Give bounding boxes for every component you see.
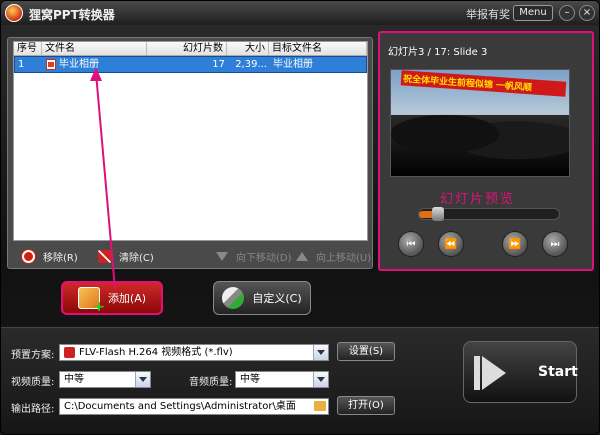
- slide-info: 幻灯片3 / 17: Slide 3: [388, 47, 488, 58]
- window-title: 狸窝PPT转换器: [29, 8, 115, 22]
- move-down-label: 向下移动(D): [236, 253, 292, 264]
- skip-back-icon: ⏮: [406, 239, 416, 250]
- arrow-up-icon: [296, 252, 308, 261]
- report-link[interactable]: 举报有奖: [466, 6, 510, 22]
- row-index: 1: [18, 59, 25, 70]
- remove-label: 移除(R): [43, 253, 78, 264]
- file-list-header: 序号 文件名 幻灯片数 大小 目标文件名: [14, 42, 367, 56]
- folder-icon[interactable]: [314, 401, 326, 411]
- title-bar: 狸窝PPT转换器 举报有奖 Menu – ×: [1, 1, 599, 25]
- last-slide-button[interactable]: ⏭: [542, 231, 568, 257]
- open-button[interactable]: 打开(O): [337, 396, 395, 415]
- app-logo-icon: [5, 4, 23, 22]
- clear-label: 清除(C): [119, 253, 154, 264]
- slider-knob[interactable]: [432, 207, 444, 221]
- chevron-down-icon[interactable]: [313, 372, 328, 387]
- settings-button[interactable]: 设置(S): [337, 342, 395, 361]
- flv-format-icon: [64, 346, 75, 358]
- clear-icon: [98, 250, 111, 263]
- move-up-button[interactable]: 向上移动(U): [296, 249, 371, 264]
- video-quality-label: 视频质量:: [11, 377, 55, 388]
- row-target[interactable]: 毕业相册: [270, 57, 366, 72]
- col-header-target[interactable]: 目标文件名: [269, 42, 367, 55]
- preview-caption: 幻灯片预览: [440, 192, 516, 207]
- next-slide-button[interactable]: ⏩: [502, 231, 528, 257]
- remove-button[interactable]: 移除(R): [22, 249, 78, 264]
- add-button[interactable]: 添加(A): [61, 281, 163, 315]
- chevron-down-icon[interactable]: [313, 345, 328, 360]
- add-label: 添加(A): [107, 292, 147, 305]
- start-bar-shape: [474, 356, 480, 390]
- list-actions: 移除(R) 清除(C) 向下移动(D) 向上移动(U): [8, 245, 372, 267]
- output-label: 输出路径:: [11, 404, 55, 415]
- arrow-down-icon: [216, 252, 228, 261]
- play-arrow-icon: [482, 356, 506, 390]
- first-slide-button[interactable]: ⏮: [398, 231, 424, 257]
- start-button[interactable]: Start: [463, 341, 578, 403]
- start-label: Start: [538, 364, 578, 380]
- preset-value: FLV-Flash H.264 视频格式 (*.flv): [79, 347, 233, 358]
- fast-forward-icon: ⏩: [508, 239, 522, 250]
- audio-quality-select[interactable]: 中等: [235, 371, 329, 388]
- remove-icon: [22, 250, 35, 263]
- output-path-field[interactable]: C:\Documents and Settings\Administrator\…: [59, 398, 329, 415]
- col-header-size[interactable]: 大小: [227, 42, 269, 55]
- audio-quality-value: 中等: [240, 374, 260, 385]
- crowd-image: [391, 115, 569, 176]
- skip-forward-icon: ⏭: [550, 239, 560, 250]
- close-button[interactable]: ×: [579, 5, 595, 21]
- preset-label: 预置方案:: [11, 350, 55, 361]
- row-name-cell: 毕业相册: [43, 57, 148, 72]
- preview-panel: 幻灯片3 / 17: Slide 3 祝全体毕业生前程似锦 一帆风顺 幻灯片预览…: [378, 31, 594, 271]
- custom-label: 自定义(C): [252, 292, 302, 305]
- slide-preview: 祝全体毕业生前程似锦 一帆风顺: [390, 69, 570, 177]
- ppt-file-icon: [46, 58, 56, 70]
- row-name: 毕业相册: [59, 59, 99, 70]
- table-row[interactable]: 1 毕业相册 17 2,39... 毕业相册: [14, 56, 367, 73]
- custom-button[interactable]: 自定义(C): [213, 281, 311, 315]
- previous-slide-button[interactable]: ⏪: [438, 231, 464, 257]
- chevron-down-icon[interactable]: [135, 372, 150, 387]
- audio-quality-label: 音频质量:: [189, 377, 233, 388]
- col-header-name[interactable]: 文件名: [42, 42, 147, 55]
- output-path-value: C:\Documents and Settings\Administrator\…: [64, 401, 296, 412]
- menu-button[interactable]: Menu: [513, 5, 553, 21]
- preview-slider[interactable]: [418, 207, 560, 221]
- minimize-button[interactable]: –: [559, 5, 575, 21]
- clear-button[interactable]: 清除(C): [98, 249, 154, 264]
- add-file-icon: [77, 287, 105, 315]
- row-size: 2,39...: [235, 59, 267, 70]
- file-list-panel: 序号 文件名 幻灯片数 大小 目标文件名 1 毕业相册 17 2,39... 毕…: [7, 37, 373, 269]
- preset-select[interactable]: FLV-Flash H.264 视频格式 (*.flv): [59, 344, 329, 361]
- video-quality-value: 中等: [64, 374, 84, 385]
- rewind-icon: ⏪: [444, 239, 458, 250]
- col-header-index[interactable]: 序号: [14, 42, 42, 55]
- file-list[interactable]: 序号 文件名 幻灯片数 大小 目标文件名 1 毕业相册 17 2,39... 毕…: [13, 41, 368, 241]
- player-controls: ⏮ ⏪ ⏩ ⏭: [390, 231, 584, 265]
- row-slides: 17: [212, 59, 225, 70]
- move-down-button[interactable]: 向下移动(D): [216, 249, 292, 264]
- menu-label: Menu: [519, 7, 547, 18]
- col-header-slides[interactable]: 幻灯片数: [147, 42, 227, 55]
- tools-icon: [222, 287, 245, 309]
- move-up-label: 向上移动(U): [316, 253, 372, 264]
- app-window: 狸窝PPT转换器 举报有奖 Menu – × 序号 文件名 幻灯片数 大小 目标…: [0, 0, 600, 435]
- video-quality-select[interactable]: 中等: [59, 371, 151, 388]
